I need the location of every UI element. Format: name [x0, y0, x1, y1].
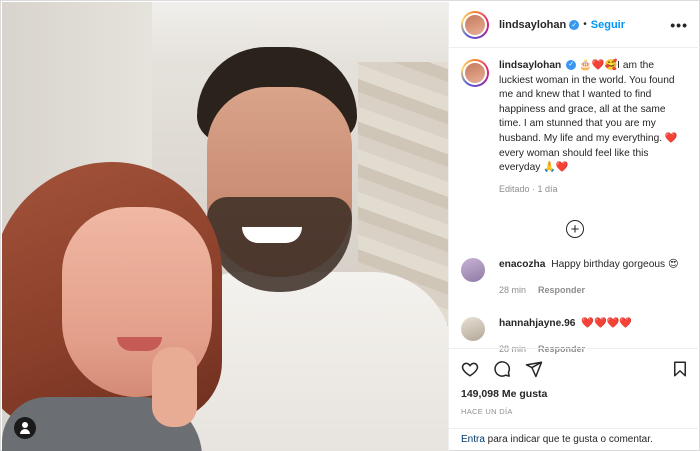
photo-man-smile: [242, 227, 302, 243]
verified-icon: ✓: [566, 60, 577, 71]
user-tag-icon[interactable]: [14, 417, 36, 439]
reply-button[interactable]: Responder: [538, 285, 585, 295]
login-prompt-text: para indicar que te gusta o comentar.: [484, 434, 653, 445]
author-username[interactable]: lindsaylohan: [499, 19, 566, 31]
follow-button[interactable]: Seguir: [591, 19, 625, 31]
more-options-icon[interactable]: •••: [670, 17, 688, 33]
post-header: lindsaylohan ✓ • Seguir •••: [449, 2, 700, 48]
post-photo[interactable]: [2, 2, 448, 451]
post-side-panel: lindsaylohan ✓ • Seguir ••• lindsaylohan…: [448, 2, 700, 451]
likes-count[interactable]: 149,098 Me gusta: [461, 388, 547, 400]
header-dot-separator: •: [583, 19, 587, 30]
login-prompt: Entra para indicar que te gusta o coment…: [449, 428, 700, 451]
load-more-comments: +: [461, 220, 689, 239]
post-timestamp: HACE UN DÍA: [461, 407, 513, 416]
caption-text: 🎂❤️🥰I am the luckiest woman in the world…: [499, 60, 678, 174]
commenter-username[interactable]: hannahjayne.96: [499, 318, 575, 329]
like-icon[interactable]: [461, 360, 479, 378]
comment-text: ❤️❤️❤️❤️: [581, 318, 633, 330]
add-comment-icon[interactable]: +: [566, 220, 584, 239]
comment-text: Happy birthday gorgeous 😍: [551, 259, 679, 271]
post-caption: lindsaylohan ✓ 🎂❤️🥰I am the luckiest woma…: [461, 59, 689, 196]
comment-item: enacozha Happy birthday gorgeous 😍 28 mi…: [461, 258, 689, 297]
photo-woman-lips: [117, 337, 162, 351]
commenter-avatar[interactable]: [461, 258, 485, 283]
photo-hand: [152, 347, 197, 427]
author-avatar[interactable]: [461, 10, 489, 39]
caption-username[interactable]: lindsaylohan: [499, 60, 561, 71]
comments-section[interactable]: lindsaylohan ✓ 🎂❤️🥰I am the luckiest woma…: [449, 49, 700, 354]
comment-icon[interactable]: [493, 360, 511, 378]
post-actions: [449, 348, 700, 388]
verified-icon: ✓: [569, 19, 580, 30]
login-link[interactable]: Entra: [461, 434, 485, 445]
commenter-username[interactable]: enacozha: [499, 259, 545, 270]
instagram-post-embed: lindsaylohan ✓ • Seguir ••• lindsaylohan…: [0, 0, 700, 451]
caption-meta: Editado · 1 día: [499, 183, 558, 194]
comment-time: 28 min: [499, 285, 527, 296]
caption-avatar[interactable]: [461, 59, 489, 87]
save-icon[interactable]: [671, 360, 689, 378]
commenter-avatar[interactable]: [461, 317, 485, 342]
share-icon[interactable]: [525, 360, 543, 378]
